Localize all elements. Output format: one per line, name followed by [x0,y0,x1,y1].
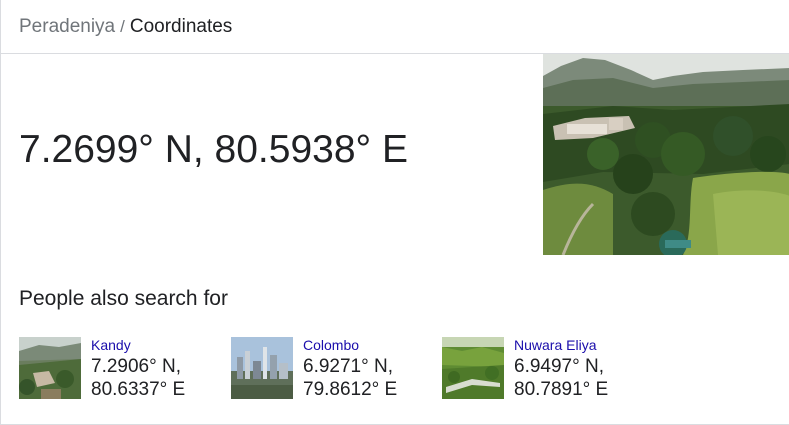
breadcrumb-parent-link[interactable]: Peradeniya [19,16,115,37]
related-item-colombo[interactable]: Colombo 6.9271° N, 79.8612° E [231,337,431,401]
related-item-latitude: 7.2906° N, [91,356,181,377]
people-also-search-title: People also search for [19,287,228,310]
nuwara-eliya-thumbnail[interactable] [442,337,504,399]
related-item-longitude: 80.6337° E [91,379,186,400]
related-item-longitude: 80.7891° E [514,379,609,400]
peradeniya-aerial-image[interactable] [543,54,789,255]
related-item-nuwara-eliya[interactable]: Nuwara Eliya 6.9497° N, 80.7891° E [442,337,642,401]
colombo-thumbnail[interactable] [231,337,293,399]
breadcrumb-separator: / [120,17,125,36]
related-item-latitude: 6.9497° N, [514,356,604,377]
breadcrumb: Peradeniya / Coordinates [19,14,232,40]
related-item-name[interactable]: Kandy [91,337,131,354]
coordinates-value: 7.2699° N, 80.5938° E [19,128,408,171]
related-item-name[interactable]: Nuwara Eliya [514,337,596,354]
breadcrumb-current: Coordinates [129,16,233,37]
related-item-kandy[interactable]: Kandy 7.2906° N, 80.6337° E [19,337,219,401]
related-item-longitude: 79.8612° E [303,379,398,400]
kandy-thumbnail[interactable] [19,337,81,399]
coordinates-card: Peradeniya / Coordinates 7.2699° N, 80.593… [0,0,789,425]
related-item-name[interactable]: Colombo [303,337,359,354]
related-item-latitude: 6.9271° N, [303,356,393,377]
